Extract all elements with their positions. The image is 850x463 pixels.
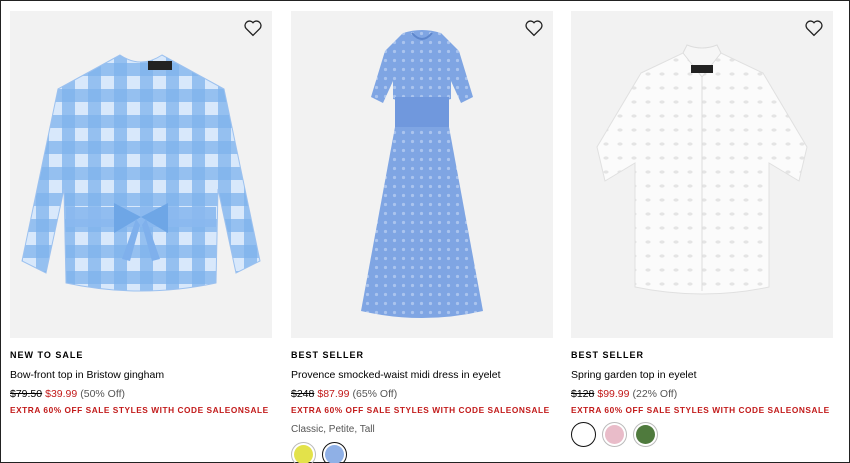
product-name[interactable]: Provence smocked-waist midi dress in eye… bbox=[291, 369, 553, 382]
product-card[interactable]: NEW TO SALE Bow-front top in Bristow gin… bbox=[10, 11, 272, 415]
swatch-fill bbox=[605, 425, 624, 444]
color-swatch[interactable] bbox=[571, 422, 596, 447]
promo-text: EXTRA 60% OFF SALE STYLES WITH CODE SALE… bbox=[10, 405, 269, 415]
product-image[interactable] bbox=[291, 11, 553, 338]
product-grid: NEW TO SALE Bow-front top in Bristow gin… bbox=[0, 0, 850, 463]
color-swatch[interactable] bbox=[291, 442, 316, 463]
product-badge: BEST SELLER bbox=[571, 350, 645, 360]
heart-outline-icon[interactable] bbox=[243, 19, 263, 37]
original-price: $79.50 bbox=[10, 388, 43, 400]
product-image[interactable] bbox=[571, 11, 833, 338]
swatch-fill bbox=[294, 445, 313, 463]
heart-outline-icon[interactable] bbox=[524, 19, 544, 37]
color-swatch[interactable] bbox=[633, 422, 658, 447]
original-price: $248 bbox=[291, 388, 315, 400]
product-name[interactable]: Bow-front top in Bristow gingham bbox=[10, 369, 272, 382]
color-swatch[interactable] bbox=[322, 442, 347, 463]
blue-eyelet-dress-image bbox=[361, 30, 483, 318]
swatch-fill bbox=[325, 445, 344, 463]
heart-outline-icon[interactable] bbox=[804, 19, 824, 37]
product-badge: BEST SELLER bbox=[291, 350, 365, 360]
color-swatches bbox=[571, 422, 833, 447]
swatch-fill bbox=[574, 425, 593, 444]
color-swatches bbox=[291, 442, 553, 463]
product-name[interactable]: Spring garden top in eyelet bbox=[571, 369, 833, 382]
original-price: $128 bbox=[571, 388, 595, 400]
white-eyelet-shirt-image bbox=[596, 44, 808, 295]
product-card[interactable]: BEST SELLER Provence smocked-waist midi … bbox=[291, 11, 553, 463]
price-row: $128 $99.99 (22% Off) bbox=[571, 388, 833, 401]
product-badge: NEW TO SALE bbox=[10, 350, 84, 360]
price-row: $79.50 $39.99 (50% Off) bbox=[10, 388, 272, 401]
sale-price: $87.99 bbox=[317, 388, 350, 400]
discount-percent: (22% Off) bbox=[632, 388, 678, 400]
color-swatch[interactable] bbox=[602, 422, 627, 447]
sale-price: $99.99 bbox=[597, 388, 630, 400]
price-row: $248 $87.99 (65% Off) bbox=[291, 388, 553, 401]
promo-text: EXTRA 60% OFF SALE STYLES WITH CODE SALE… bbox=[291, 405, 550, 415]
product-card[interactable]: BEST SELLER Spring garden top in eyelet … bbox=[571, 11, 833, 447]
gingham-blouse-image bbox=[21, 54, 261, 292]
sale-price: $39.99 bbox=[45, 388, 78, 400]
discount-percent: (65% Off) bbox=[352, 388, 398, 400]
swatch-fill bbox=[636, 425, 655, 444]
discount-percent: (50% Off) bbox=[80, 388, 125, 400]
size-range-text: Classic, Petite, Tall bbox=[291, 424, 375, 435]
promo-text: EXTRA 60% OFF SALE STYLES WITH CODE SALE… bbox=[571, 405, 830, 415]
product-image[interactable] bbox=[10, 11, 272, 338]
